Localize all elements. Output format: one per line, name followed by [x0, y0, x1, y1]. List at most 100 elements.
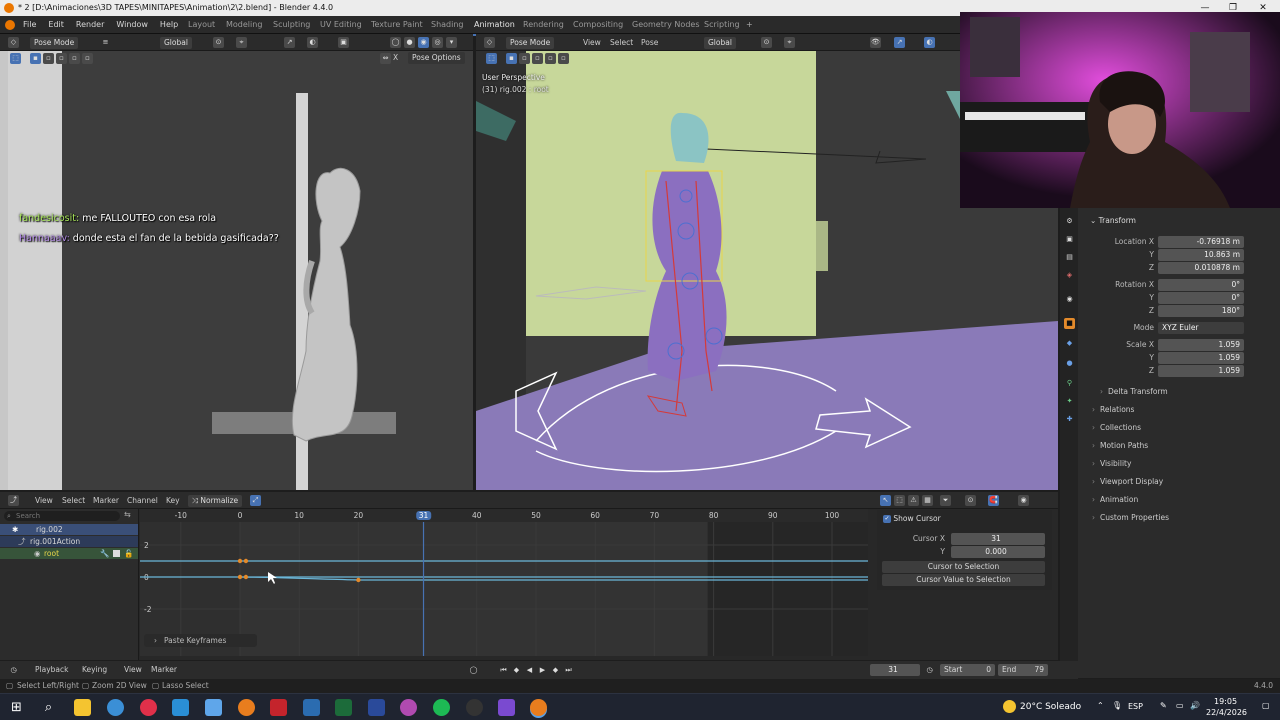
editor-type-icon[interactable]: ◇ — [484, 37, 495, 48]
snap-icon[interactable]: ⌖ — [784, 37, 795, 48]
prev-keyframe-icon[interactable]: ◆ — [511, 665, 522, 676]
menu-render[interactable]: Render — [70, 16, 110, 34]
photos-icon[interactable] — [303, 699, 320, 716]
volume-icon[interactable]: 🔊 — [1190, 701, 1200, 710]
opera-icon[interactable] — [140, 699, 157, 716]
proportional-icon[interactable]: ◉ — [1018, 495, 1029, 506]
transform-panel-header[interactable]: ⌄ Transform — [1090, 216, 1136, 225]
workspace-tab-rendering[interactable]: Rendering — [517, 16, 570, 34]
constraint-tab-icon[interactable]: ⚲ — [1064, 378, 1075, 389]
select-intersect-icon[interactable]: ▫ — [82, 53, 93, 64]
channel-root[interactable]: ◉ root 🔧 🔓 — [0, 548, 138, 559]
next-keyframe-icon[interactable]: ◆ — [550, 665, 561, 676]
render-tab-icon[interactable]: ▣ — [1064, 234, 1075, 245]
section-motion-paths[interactable]: Motion Paths — [1092, 440, 1148, 452]
timeline-view-menu[interactable]: View — [124, 664, 142, 676]
workspace-tab-uv-editing[interactable]: UV Editing — [314, 16, 368, 34]
ghost-curves-icon[interactable]: ▦ — [922, 495, 933, 506]
keying-menu[interactable]: Keying — [82, 664, 107, 676]
normalize-toggle[interactable]: ⤨ Normalize — [188, 495, 243, 507]
cursor-value-to-selection-button[interactable]: Cursor Value to Selection — [882, 574, 1045, 586]
search-icon[interactable]: ⌕ — [40, 699, 57, 716]
pen-icon[interactable]: ✎ — [1160, 701, 1167, 710]
pose-options-dropdown[interactable]: Pose Options — [408, 52, 465, 64]
pose-menu[interactable]: Pose — [641, 37, 658, 49]
graph-plot-area[interactable]: 20-2 › Paste Keyframes — [140, 522, 868, 656]
scale-y-field[interactable]: 1.059 — [1158, 352, 1244, 364]
preview-range-icon[interactable]: ◷ — [924, 665, 935, 676]
scale-x-field[interactable]: 1.059 — [1158, 339, 1244, 351]
workspace-tab-sculpting[interactable]: Sculpting — [267, 16, 316, 34]
select-subtract-icon[interactable]: ▫ — [532, 53, 543, 64]
clock-time[interactable]: 19:05 — [1214, 697, 1237, 706]
file-explorer-icon[interactable] — [74, 699, 91, 716]
language-indicator[interactable]: ESP — [1128, 702, 1143, 711]
workspace-tab-scripting[interactable]: Scripting — [698, 16, 746, 34]
xray-icon[interactable]: ▣ — [338, 37, 349, 48]
paste-keyframes-panel[interactable]: › Paste Keyframes — [144, 634, 257, 647]
lock-icon[interactable]: 🔓 — [124, 548, 133, 559]
shading-options-icon[interactable]: ▾ — [446, 37, 457, 48]
app-icon-13[interactable] — [400, 699, 417, 716]
start-frame-field[interactable]: Start 0 — [940, 664, 995, 676]
wireframe-shading-icon[interactable]: ◯ — [390, 37, 401, 48]
pivot-icon[interactable]: ⊙ — [213, 37, 224, 48]
rotation-z-field[interactable]: 180° — [1158, 305, 1244, 317]
channel-filter-icon[interactable]: ⇆ — [124, 510, 131, 519]
eye-icon[interactable]: ◉ — [34, 548, 41, 559]
channel-action[interactable]: ⤴ rig.001Action — [0, 536, 138, 547]
snap-icon[interactable]: ⌖ — [236, 37, 247, 48]
workspace-tab-shading[interactable]: Shading — [425, 16, 470, 34]
pycharm-icon[interactable] — [335, 699, 352, 716]
add-workspace-button[interactable]: + — [740, 16, 759, 34]
network-icon[interactable]: ▭ — [1176, 701, 1184, 710]
show-cursor-row[interactable]: ✓ Show Cursor — [883, 514, 941, 523]
menu-help[interactable]: Help — [154, 16, 184, 34]
select-invert-icon[interactable]: ▫ — [545, 53, 556, 64]
play-icon[interactable]: ▶ — [537, 665, 548, 676]
channel-rig002[interactable]: ✱ rig.002 — [0, 524, 138, 535]
app-icon-6[interactable] — [205, 699, 222, 716]
timeline-marker-menu[interactable]: Marker — [151, 664, 177, 676]
channel-search[interactable]: ⌕ Search — [4, 511, 120, 521]
material-shading-icon[interactable]: ◉ — [418, 37, 429, 48]
select-subtract-icon[interactable]: ▫ — [56, 53, 67, 64]
section-custom-properties[interactable]: Custom Properties — [1092, 512, 1169, 524]
menu-edit[interactable]: Edit — [42, 16, 70, 34]
select-box-icon[interactable]: ⬚ — [486, 53, 497, 64]
mic-icon[interactable]: 🎙 — [1112, 701, 1122, 710]
edge-icon[interactable] — [172, 699, 189, 716]
tool-tab-icon[interactable]: ⚙ — [1064, 216, 1075, 227]
menu-file[interactable]: File — [17, 16, 42, 34]
graph-channel-menu[interactable]: Channel — [127, 495, 158, 507]
section-animation[interactable]: Animation — [1092, 494, 1138, 506]
workspace-tab-geometry-nodes[interactable]: Geometry Nodes — [626, 16, 705, 34]
pivot-point-icon[interactable]: ⊙ — [965, 495, 976, 506]
graph-key-menu[interactable]: Key — [166, 495, 180, 507]
blender-active-icon[interactable] — [530, 699, 547, 716]
select-invert-icon[interactable]: ▫ — [69, 53, 80, 64]
vscode-icon[interactable] — [368, 699, 385, 716]
modifier-tab-icon[interactable]: ◆ — [1064, 338, 1075, 349]
rotation-y-field[interactable]: 0° — [1158, 292, 1244, 304]
overlay-icon[interactable]: ◐ — [924, 37, 935, 48]
youtube-icon[interactable] — [270, 699, 287, 716]
select-new-icon[interactable]: ▪ — [30, 53, 41, 64]
overlay-icon[interactable]: ◐ — [307, 37, 318, 48]
frame-ruler[interactable]: -10 0 10 20 31 40 50 60 70 80 90 100 — [140, 509, 868, 522]
scale-z-field[interactable]: 1.059 — [1158, 365, 1244, 377]
location-z-field[interactable]: 0.010878 m — [1158, 262, 1244, 274]
spotify-icon[interactable] — [433, 699, 450, 716]
auto-snap-icon[interactable]: 🧲 — [988, 495, 999, 506]
scene-tab-icon[interactable]: ◈ — [1064, 270, 1075, 281]
bone-tab-icon[interactable]: ✚ — [1064, 414, 1075, 425]
timeline-editor-icon[interactable]: ◷ — [8, 665, 19, 676]
blender-menu-icon[interactable] — [5, 20, 15, 30]
view-menu[interactable]: View — [583, 37, 601, 49]
delta-transform-section[interactable]: Delta Transform — [1100, 386, 1168, 398]
physics-tab-icon[interactable]: ● — [1064, 358, 1075, 369]
output-tab-icon[interactable]: ▤ — [1064, 252, 1075, 263]
right-mode-dropdown[interactable]: Pose Mode — [506, 37, 555, 49]
select-extend-icon[interactable]: ▫ — [43, 53, 54, 64]
object-tab-icon[interactable]: ■ — [1064, 318, 1075, 329]
